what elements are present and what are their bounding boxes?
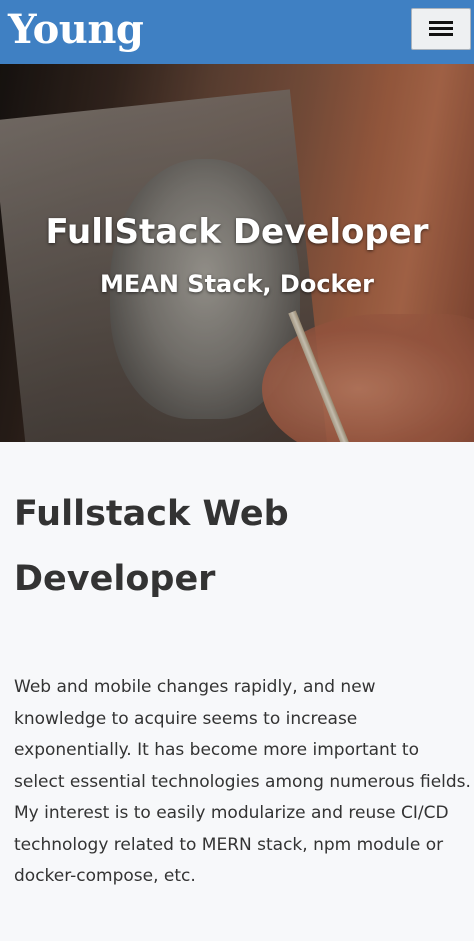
hero-subtitle: MEAN Stack, Docker	[100, 270, 374, 298]
top-navbar: Young	[0, 0, 474, 64]
hamburger-icon	[429, 21, 453, 37]
section-heading: Fullstack Web Developer	[14, 494, 289, 599]
hero-banner: FullStack Developer MEAN Stack, Docker	[0, 64, 474, 442]
hero-title: FullStack Developer	[45, 212, 429, 252]
main-content: Fullstack Web Developer Web and mobile c…	[14, 482, 471, 893]
menu-toggle-button[interactable]	[411, 8, 471, 50]
brand-logo[interactable]: Young	[8, 4, 144, 56]
section-body-text: Web and mobile changes rapidly, and new …	[14, 677, 471, 886]
